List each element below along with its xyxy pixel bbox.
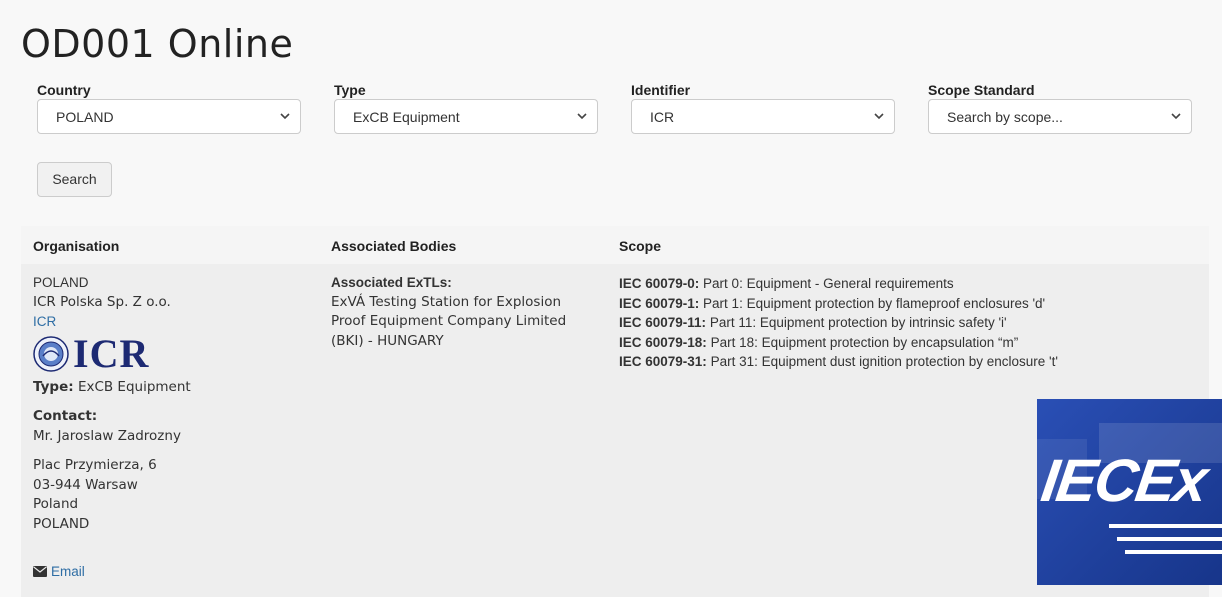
contact-name: Mr. Jaroslaw Zadrozny (33, 427, 181, 444)
type-select[interactable]: ExCB Equipment (334, 99, 598, 134)
iecex-logo: IECEx (1037, 399, 1222, 585)
org-identifier-link[interactable]: ICR (33, 314, 56, 329)
scope-standard-select-value: Search by scope... (947, 109, 1063, 125)
address-line: 03-944 Warsaw (33, 476, 138, 493)
page-title: OD001 Online (21, 22, 294, 66)
icr-logo-text: ICR (73, 330, 150, 376)
associated-body-line: ExVÁ Testing Station for Explosion (331, 293, 562, 310)
column-header-associated-bodies: Associated Bodies (331, 238, 457, 254)
associated-bodies-cell: Associated ExTLs: ExVÁ Testing Station f… (331, 273, 611, 351)
scope-text: Part 18: Equipment protection by encapsu… (706, 334, 1019, 350)
scope-code: IEC 60079-31: (619, 354, 707, 369)
type-select-value: ExCB Equipment (353, 109, 460, 125)
associated-extls-label: Associated ExTLs: (331, 275, 452, 290)
org-country: POLAND (33, 275, 89, 290)
address-line: Poland (33, 496, 79, 512)
chevron-down-icon (577, 113, 587, 120)
icr-seal-icon (33, 335, 69, 372)
contact-label: Contact: (33, 408, 98, 424)
column-header-organisation: Organisation (33, 238, 120, 254)
envelope-icon (33, 566, 47, 577)
address-line: POLAND (33, 515, 90, 532)
results-table: Organisation Associated Bodies Scope POL… (21, 226, 1209, 597)
search-button[interactable]: Search (37, 162, 112, 197)
scope-code: IEC 60079-0: (619, 276, 700, 291)
iecex-logo-text: IECEx (1037, 446, 1214, 514)
address-line: Plac Przymierza, 6 (33, 457, 157, 473)
scope-code: IEC 60079-1: (619, 295, 700, 311)
scope-cell: IEC 60079-0: Part 0: Equipment - General… (619, 274, 1209, 372)
scope-text: Part 31: Equipment dust ignition protect… (706, 354, 1058, 369)
table-header: Organisation Associated Bodies Scope (21, 226, 1209, 264)
scope-item: IEC 60079-18: Part 18: Equipment protect… (619, 333, 1209, 353)
org-name: ICR Polska Sp. Z o.o. (33, 293, 171, 310)
type-label: Type (334, 82, 366, 98)
scope-text: Part 0: Equipment - General requirements (699, 276, 954, 291)
chevron-down-icon (280, 113, 290, 120)
chevron-down-icon (1171, 113, 1181, 120)
scope-text: Part 1: Equipment protection by flamepro… (699, 295, 1046, 311)
associated-body-line: Proof Equipment Company Limited (331, 313, 567, 329)
scope-code: IEC 60079-11: (619, 315, 707, 330)
scope-item: IEC 60079-0: Part 0: Equipment - General… (619, 274, 1209, 294)
country-label: Country (37, 82, 91, 98)
scope-item: IEC 60079-1: Part 1: Equipment protectio… (619, 294, 1209, 314)
identifier-select-value: ICR (650, 109, 675, 125)
country-select-value: POLAND (56, 109, 114, 125)
organisation-cell: POLAND ICR Polska Sp. Z o.o. ICR ICR Typ… (33, 273, 313, 579)
column-header-scope: Scope (619, 238, 662, 254)
email-link[interactable]: Email (51, 564, 85, 579)
icr-logo: ICR (33, 330, 313, 376)
country-select[interactable]: POLAND (37, 99, 301, 134)
scope-standard-label: Scope Standard (928, 82, 1035, 98)
associated-body-line: (BKI) - HUNGARY (331, 332, 444, 349)
scope-item: IEC 60079-11: Part 11: Equipment protect… (619, 313, 1209, 333)
type-value: ExCB Equipment (77, 378, 191, 395)
identifier-label: Identifier (631, 82, 691, 98)
chevron-down-icon (874, 113, 884, 120)
identifier-select[interactable]: ICR (631, 99, 895, 134)
scope-code: IEC 60079-18: (619, 334, 707, 350)
scope-standard-select[interactable]: Search by scope... (928, 99, 1192, 134)
scope-item: IEC 60079-31: Part 31: Equipment dust ig… (619, 352, 1209, 372)
type-label: Type: (33, 378, 74, 395)
scope-text: Part 11: Equipment protection by intrins… (706, 315, 1007, 330)
